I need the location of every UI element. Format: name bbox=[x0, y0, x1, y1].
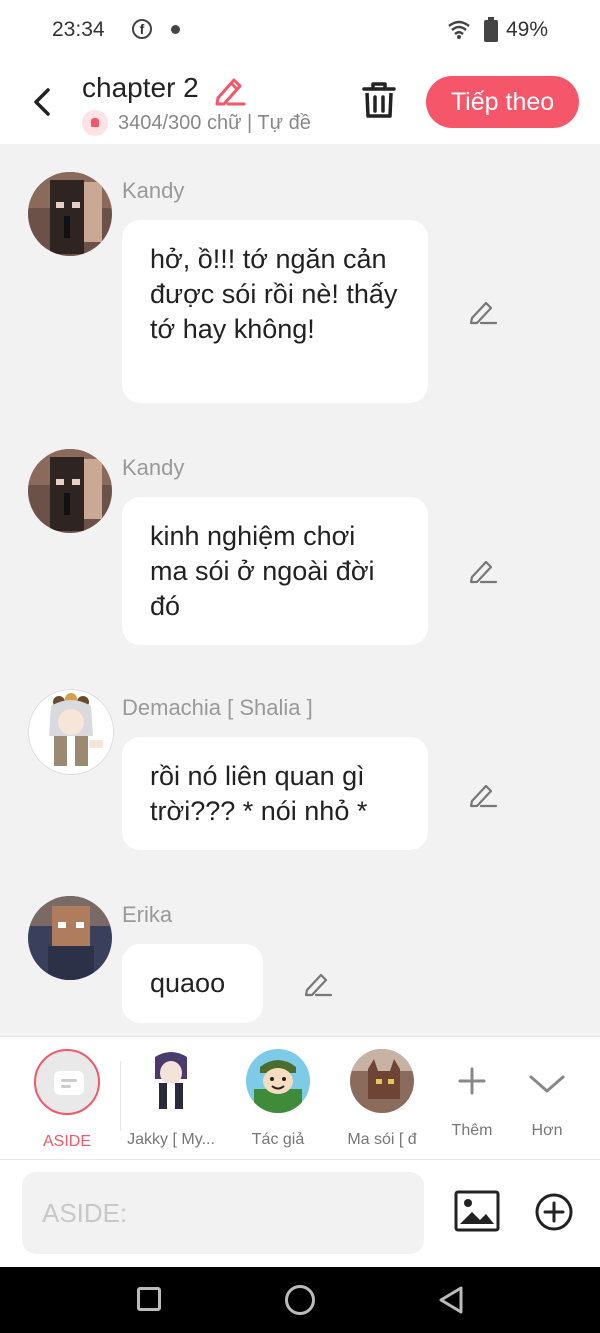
edit-title-icon[interactable] bbox=[212, 74, 246, 106]
avatar[interactable] bbox=[28, 896, 112, 980]
add-circle-icon[interactable] bbox=[534, 1192, 574, 1232]
recents-icon[interactable] bbox=[137, 1287, 161, 1311]
message-bubble[interactable]: quaoo bbox=[122, 944, 263, 1023]
add-character-button[interactable]: Thêm bbox=[440, 1049, 504, 1140]
bell-icon bbox=[82, 110, 108, 136]
battery-icon bbox=[484, 17, 498, 42]
status-time: 23:34 bbox=[52, 18, 105, 41]
edit-message-icon[interactable] bbox=[303, 970, 333, 998]
divider bbox=[120, 1061, 121, 1131]
edit-message-icon[interactable] bbox=[468, 298, 498, 326]
avatar bbox=[246, 1049, 310, 1113]
character-picker: ASIDE Jakky [ My... Tác giả Ma sói [đ T… bbox=[0, 1036, 600, 1160]
word-count-text: 3404/300 chữ | Tự đề bbox=[118, 111, 311, 134]
character-label: ASIDE bbox=[42, 1133, 91, 1150]
edit-message-icon[interactable] bbox=[468, 781, 498, 809]
character-label: Hơn bbox=[531, 1122, 563, 1139]
character-name: Demachia [ Shalia ] bbox=[122, 695, 313, 720]
avatar[interactable] bbox=[28, 449, 112, 533]
notification-dot-icon bbox=[171, 25, 180, 34]
system-nav-bar bbox=[0, 1267, 600, 1333]
character-author[interactable]: Tác giả bbox=[233, 1049, 323, 1149]
status-bar: 23:34 f 49% bbox=[0, 0, 600, 62]
avatar bbox=[350, 1049, 414, 1113]
character-name: Kandy bbox=[122, 178, 185, 203]
character-label: Thêm bbox=[451, 1122, 493, 1139]
avatar bbox=[139, 1049, 203, 1113]
battery-percent: 49% bbox=[506, 18, 549, 41]
chat-area: Kandy hở, ồ!!! tớ ngăn cản được sói rồi … bbox=[0, 144, 600, 1036]
character-label: Jakky [ My... bbox=[127, 1131, 215, 1148]
character-label: Tác giả bbox=[251, 1131, 305, 1148]
plus-icon bbox=[458, 1067, 486, 1095]
character-name: Kandy bbox=[122, 455, 185, 480]
aside-icon bbox=[34, 1049, 100, 1115]
back-triangle-icon[interactable] bbox=[437, 1285, 465, 1315]
message-bubble[interactable]: kinh nghiệm chơi ma sói ở ngoài đời đó bbox=[122, 497, 428, 645]
message-input[interactable] bbox=[22, 1172, 424, 1254]
image-icon[interactable] bbox=[454, 1190, 500, 1232]
next-button[interactable]: Tiếp theo bbox=[426, 76, 579, 128]
back-arrow-icon[interactable] bbox=[26, 82, 58, 122]
editor-header: chapter 2 3404/300 chữ | Tự đề Tiếp theo bbox=[0, 62, 600, 144]
facebook-notification-icon: f bbox=[132, 19, 152, 39]
home-icon[interactable] bbox=[285, 1285, 315, 1315]
character-werewolf[interactable]: Ma sói [ đ bbox=[337, 1049, 427, 1149]
composer bbox=[0, 1160, 600, 1267]
character-aside[interactable]: ASIDE bbox=[22, 1049, 112, 1151]
trash-icon[interactable] bbox=[360, 80, 398, 120]
character-label: Ma sói [ đ bbox=[347, 1131, 417, 1148]
edit-message-icon[interactable] bbox=[468, 557, 498, 585]
character-jakky[interactable]: Jakky [ My... bbox=[126, 1049, 216, 1149]
word-count: 3404/300 chữ | Tự đề bbox=[82, 110, 330, 136]
character-name: Erika bbox=[122, 902, 173, 927]
avatar[interactable] bbox=[28, 689, 114, 775]
chevron-down-icon bbox=[529, 1075, 565, 1093]
chapter-title[interactable]: chapter 2 bbox=[82, 72, 199, 104]
avatar[interactable] bbox=[28, 172, 112, 256]
message-bubble[interactable]: rồi nó liên quan gì trời??? * nói nhỏ * bbox=[122, 737, 428, 850]
message-bubble[interactable]: hở, ồ!!! tớ ngăn cản được sói rồi nè! th… bbox=[122, 220, 428, 403]
more-characters-button[interactable]: Hơn bbox=[515, 1049, 579, 1140]
wifi-icon bbox=[448, 20, 470, 39]
